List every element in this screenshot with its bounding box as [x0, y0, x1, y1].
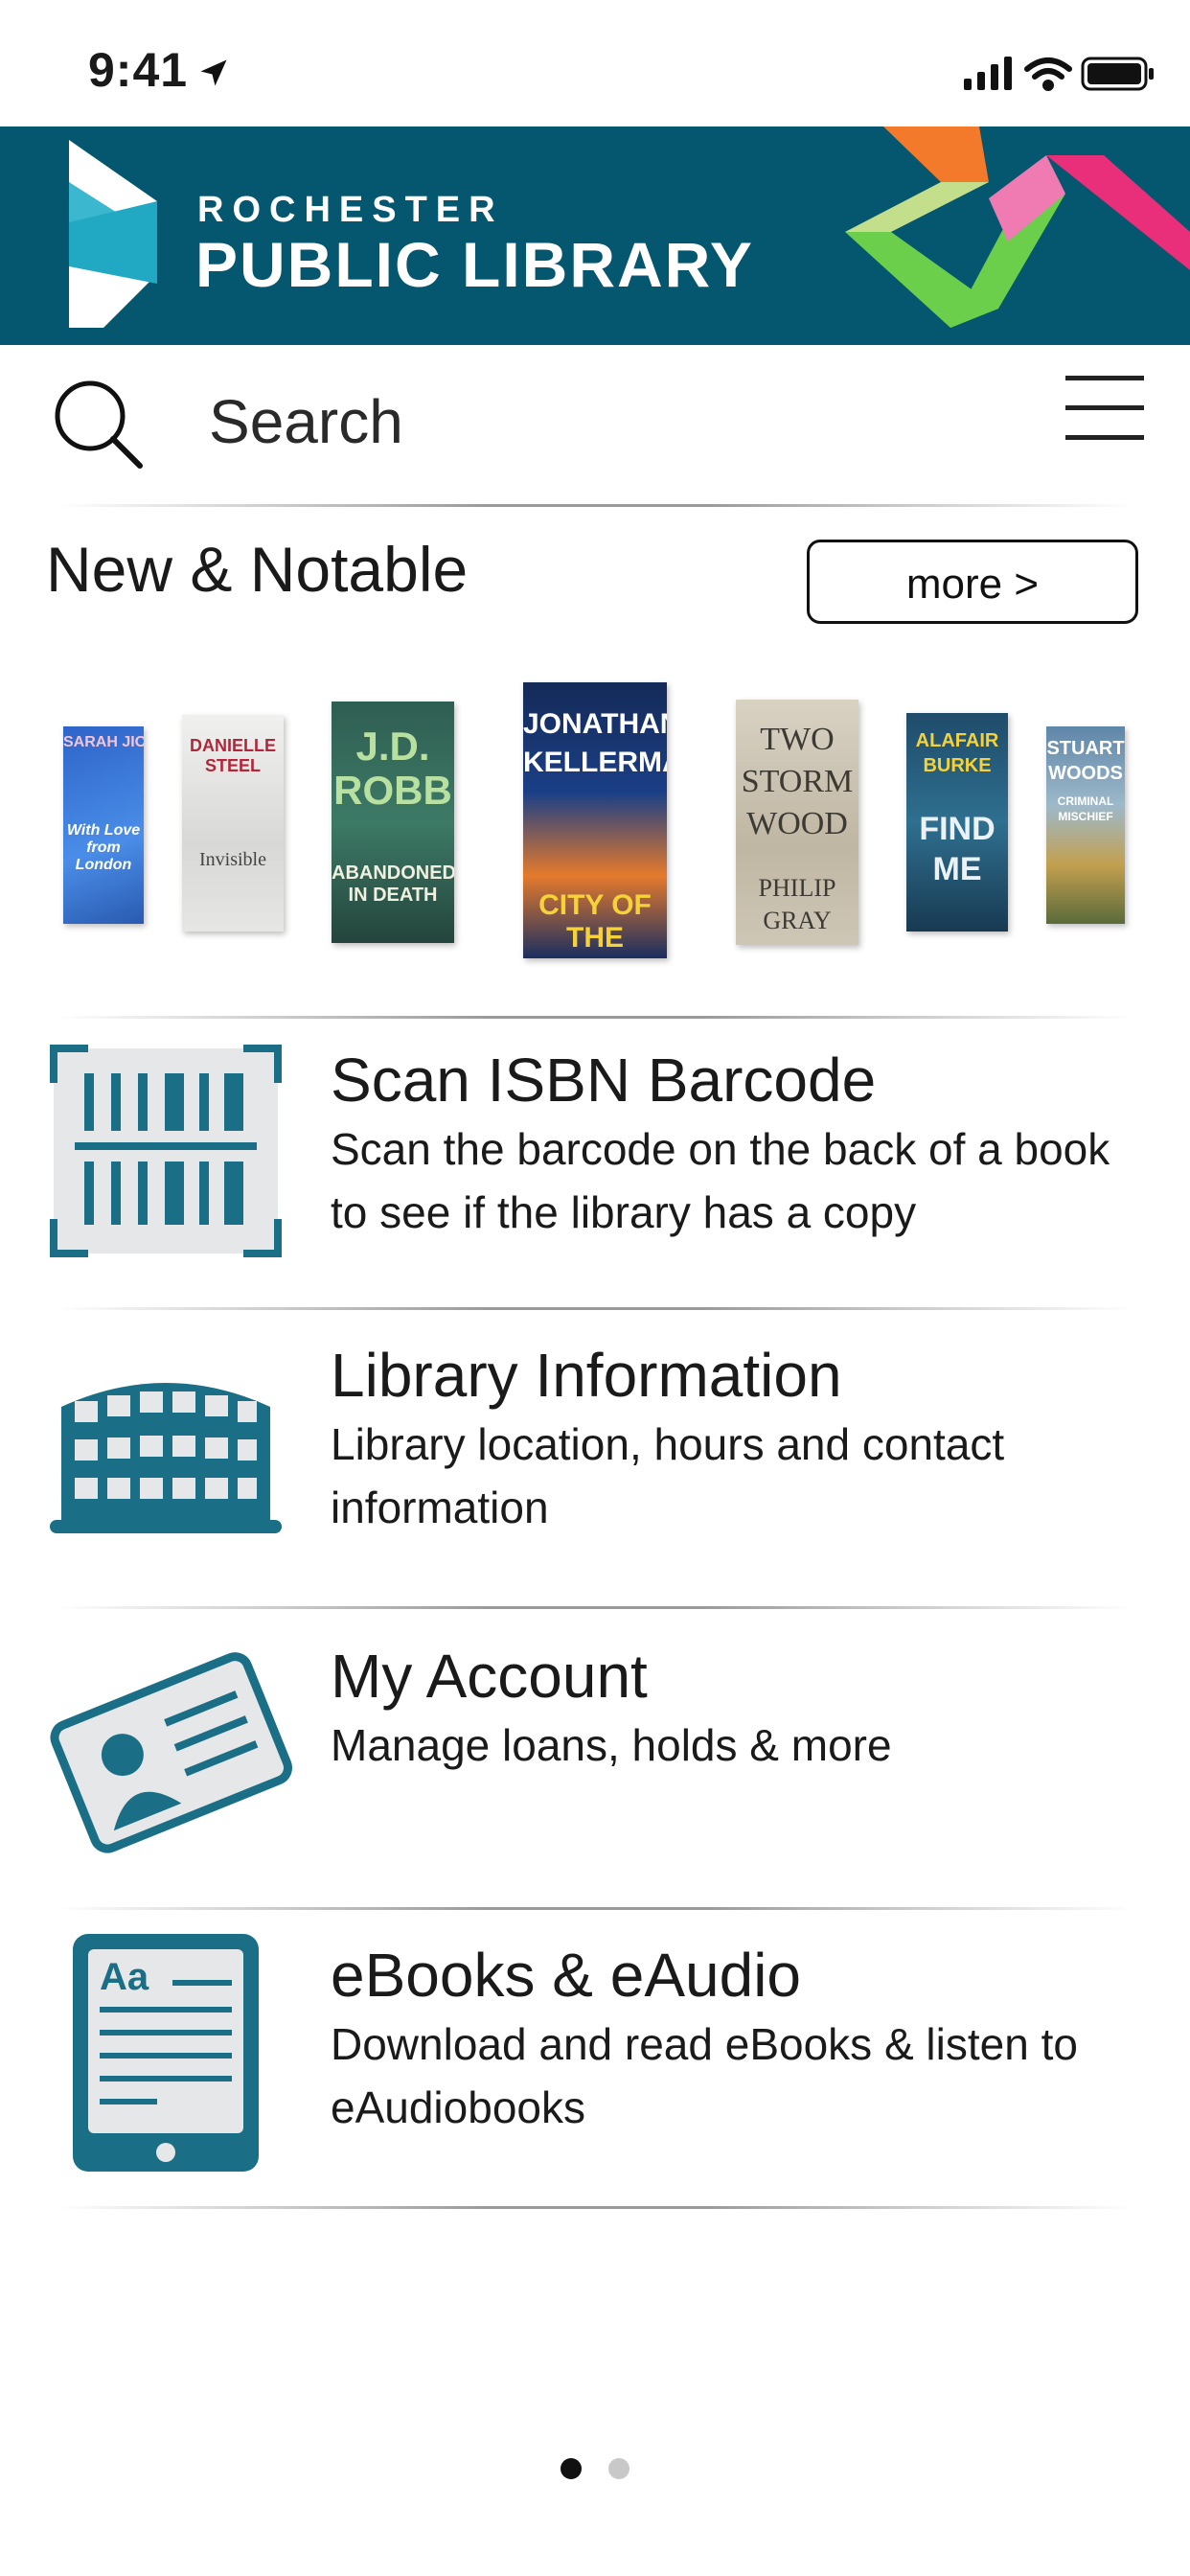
divider	[57, 1016, 1133, 1019]
feature-title: My Account	[331, 1642, 648, 1711]
book-cover[interactable]: ALAFAIR BURKE FIND ME	[906, 713, 1008, 932]
wifi-icon	[1024, 58, 1072, 91]
page-indicator[interactable]	[0, 2458, 1190, 2484]
feature-title: Scan ISBN Barcode	[331, 1046, 877, 1115]
status-bar: 9:41	[0, 0, 1190, 126]
feature-ebooks-eaudio[interactable]: Aa eBooks & eAudio Download and read eBo…	[0, 1930, 1190, 2218]
divider	[57, 504, 1133, 507]
more-button[interactable]: more >	[807, 540, 1138, 624]
feature-description: Library location, hours and contact info…	[331, 1419, 1005, 1532]
feature-description: Download and read eBooks & listen to eAu…	[331, 2019, 1078, 2132]
library-logo-icon	[69, 140, 157, 328]
library-banner: ROCHESTER PUBLIC LIBRARY	[0, 126, 1190, 345]
hamburger-menu-icon[interactable]	[1065, 376, 1144, 443]
status-time: 9:41	[88, 43, 189, 97]
book-carousel[interactable]: SARAH JIO With Love from London DANIELLE…	[0, 671, 1190, 978]
search-input[interactable]	[209, 383, 975, 460]
feature-title: Library Information	[331, 1341, 842, 1410]
status-icons	[964, 57, 1154, 91]
barcode-scan-icon	[50, 1045, 282, 1257]
location-arrow-icon	[200, 59, 227, 86]
book-cover[interactable]: SARAH JIO With Love from London	[63, 726, 144, 924]
signal-icon	[964, 57, 1012, 90]
ereader-icon: Aa	[73, 1934, 259, 2172]
divider	[57, 1606, 1133, 1609]
decorative-ribbons	[845, 126, 1190, 328]
divider	[57, 1907, 1133, 1910]
library-name-line1: ROCHESTER	[197, 190, 504, 230]
ereader-text: Aa	[100, 1956, 149, 1998]
feature-scan-isbn[interactable]: Scan ISBN Barcode Scan the barcode on th…	[0, 1041, 1190, 1328]
page-dot-active[interactable]	[560, 2458, 582, 2479]
section-title-new-notable: New & Notable	[46, 534, 469, 605]
feature-title: eBooks & eAudio	[331, 1941, 801, 2010]
feature-my-account[interactable]: My Account Manage loans, holds & more	[0, 1641, 1190, 1928]
feature-description: Manage loans, holds & more	[331, 1720, 892, 1770]
feature-description: Scan the barcode on the back of a book t…	[331, 1124, 1110, 1237]
library-card-icon	[50, 1652, 293, 1853]
library-building-icon	[50, 1383, 282, 1533]
battery-icon	[1081, 57, 1154, 91]
feature-library-information[interactable]: Library Information Library location, ho…	[0, 1340, 1190, 1627]
search-icon[interactable]	[50, 376, 146, 472]
book-cover[interactable]: J.D. ROBB ABANDONED IN DEATH	[332, 702, 454, 943]
book-cover[interactable]: DANIELLE STEEL Invisible	[182, 715, 284, 932]
page-dot[interactable]	[608, 2458, 630, 2479]
book-cover[interactable]: TWO STORM WOOD PHILIP GRAY	[736, 700, 858, 945]
divider	[57, 2206, 1133, 2209]
book-cover[interactable]: JONATHAN KELLERMAN CITY OF THE DEAD	[523, 682, 667, 958]
book-cover[interactable]: STUART WOODS CRIMINAL MISCHIEF	[1046, 726, 1125, 924]
library-name-line2: PUBLIC LIBRARY	[195, 229, 754, 300]
divider	[57, 1307, 1133, 1310]
search-bar	[0, 349, 1190, 502]
